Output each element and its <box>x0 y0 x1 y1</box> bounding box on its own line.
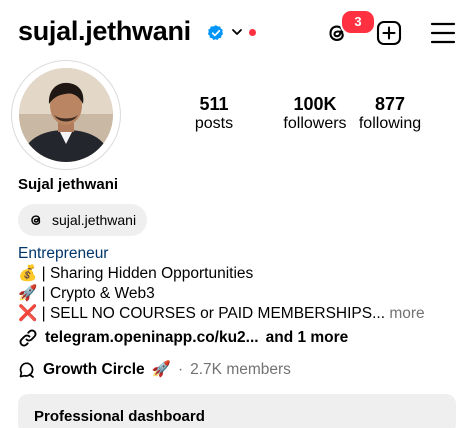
link-more[interactable]: and 1 more <box>266 329 349 347</box>
cross-mark-emoji: ❌ <box>18 305 38 322</box>
rocket-emoji: 🚀 <box>18 285 38 302</box>
threads-icon <box>31 215 41 225</box>
broadcast-channel[interactable]: Growth Circle 🚀 · 2.7K members <box>18 360 291 379</box>
stat-following[interactable]: 877 following <box>354 94 426 134</box>
username-switcher[interactable]: sujal.jethwani <box>18 16 191 47</box>
profile-avatar <box>19 68 113 162</box>
link-url[interactable]: telegram.openinapp.co/ku2... <box>45 329 259 347</box>
bio-category: Entrepreneur <box>18 245 109 262</box>
notification-badge: 3 <box>340 9 376 35</box>
followers-count: 100K <box>293 94 337 114</box>
money-bag-emoji: 💰 <box>18 265 38 282</box>
chevron-down-icon[interactable] <box>231 26 243 38</box>
bio-line: 🚀 | Crypto & Web3 <box>18 285 155 302</box>
professional-dashboard[interactable]: Professional dashboard <box>18 394 456 428</box>
channel-name: Growth Circle <box>43 360 145 378</box>
profile-avatar-ring[interactable] <box>11 60 121 170</box>
posts-label: posts <box>194 115 234 132</box>
bio-line: 💰 | Sharing Hidden Opportunities <box>18 265 254 282</box>
unread-dot <box>249 29 256 36</box>
posts-count: 511 <box>199 94 229 114</box>
followers-label: followers <box>283 115 347 132</box>
threads-handle: sujal.jethwani <box>52 212 137 228</box>
link-icon <box>19 329 37 347</box>
dashboard-title: Professional dashboard <box>34 408 205 425</box>
create-post-icon[interactable] <box>376 20 402 46</box>
channel-members: 2.7K members <box>190 360 291 378</box>
stat-followers[interactable]: 100K followers <box>262 94 368 134</box>
hamburger-menu-icon[interactable] <box>430 21 456 45</box>
rocket-emoji: 🚀 <box>151 361 171 378</box>
following-count: 877 <box>374 94 406 114</box>
display-name: Sujal jethwani <box>18 176 119 193</box>
bio-line: ❌ | SELL NO COURSES or PAID MEMBERSHIPS.… <box>18 305 425 322</box>
profile-links[interactable]: telegram.openinapp.co/ku2... and 1 more <box>18 328 348 348</box>
stat-posts[interactable]: 511 posts <box>186 94 242 134</box>
verified-badge-icon <box>207 25 224 41</box>
broadcast-channel-icon <box>19 361 34 378</box>
threads-profile-link[interactable]: sujal.jethwani <box>18 204 148 236</box>
bio-more-link[interactable]: more <box>385 305 424 322</box>
following-label: following <box>358 115 422 132</box>
channel-separator: · <box>177 360 184 378</box>
profile-bio: Entrepreneur 💰 | Sharing Hidden Opportun… <box>18 244 468 324</box>
